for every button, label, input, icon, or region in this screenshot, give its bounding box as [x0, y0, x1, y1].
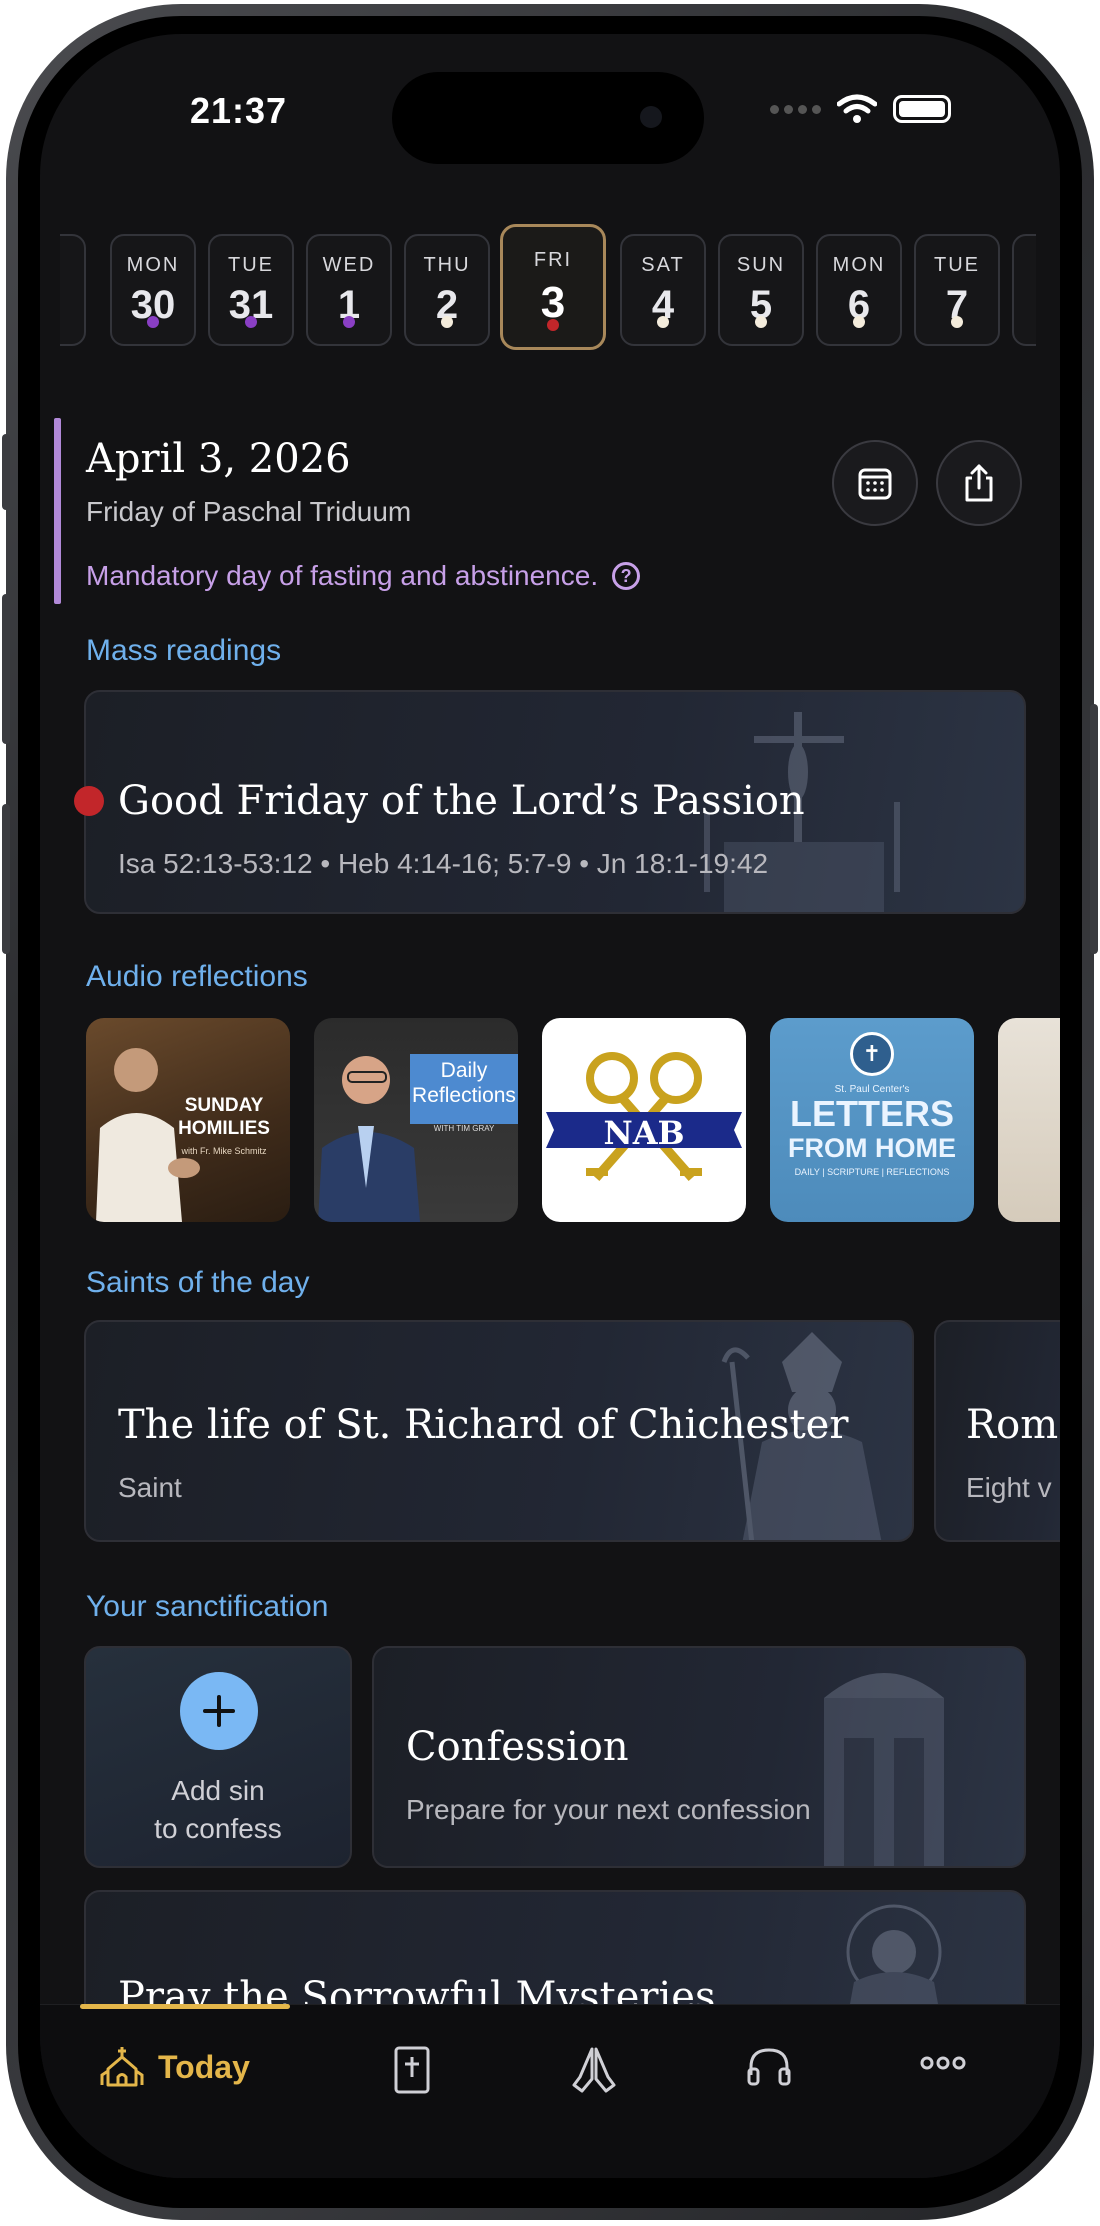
nav-prayer[interactable]: [570, 2045, 618, 2093]
plus-icon: [203, 1695, 235, 1727]
battery-icon: [893, 95, 951, 123]
saint-type: Eight v: [966, 1472, 1052, 1503]
church-icon: [100, 2047, 144, 2087]
cross-book-icon: ✝: [850, 1032, 894, 1076]
date-chip-selected[interactable]: FRI 3: [500, 224, 606, 350]
strip-edge: [40, 224, 60, 354]
status-icons: [770, 94, 951, 124]
audio-tile-sunday-homilies[interactable]: SUNDAY HOMILIES with Fr. Mike Schmitz: [86, 1018, 290, 1222]
cellular-signal-icon: [770, 104, 821, 114]
liturgical-color-dot: [74, 786, 104, 816]
audio-tile-letters-from-home[interactable]: ✝ St. Paul Center's LETTERS FROM HOME DA…: [770, 1018, 974, 1222]
mass-reading-card[interactable]: Good Friday of the Lord’s Passion Isa 52…: [74, 690, 1026, 914]
volume-down-button: [2, 804, 10, 954]
confessional-artwork: [824, 1673, 944, 1866]
date-chip[interactable]: SAT 4: [620, 234, 706, 346]
liturgical-color-dot: [147, 316, 159, 328]
saint-type: Saint: [118, 1472, 182, 1503]
date-chip-weekday: FRI: [533, 249, 573, 271]
date-chip-weekday: TUE: [934, 254, 980, 276]
share-icon: [965, 464, 993, 502]
nav-bible[interactable]: [392, 2045, 432, 2095]
volume-up-button: [2, 594, 10, 744]
dynamic-island: [392, 72, 704, 164]
date-chip[interactable]: MON 30: [110, 234, 196, 346]
saint-card[interactable]: The life of St. Richard of Chichester Sa…: [84, 1320, 914, 1542]
bottom-nav: Today: [40, 2004, 1060, 2178]
status-time: 21:37: [190, 90, 288, 131]
reading-references: Isa 52:13-53:12 • Heb 4:14-16; 5:7-9 • J…: [118, 848, 769, 879]
section-mass-readings: Mass readings: [86, 634, 282, 667]
audio-tile-nab[interactable]: NAB: [542, 1018, 746, 1222]
confession-subtitle: Prepare for your next confession: [406, 1794, 811, 1825]
liturgical-color-dot: [853, 316, 865, 328]
letters-title: St. Paul Center's LETTERS FROM HOME DAIL…: [788, 1084, 956, 1177]
saint-card-next[interactable]: Rom Eight v: [934, 1320, 1060, 1542]
nab-label: NAB: [603, 1114, 685, 1152]
date-chip[interactable]: TUE 7: [914, 234, 1000, 346]
section-sanctification: Your sanctification: [86, 1590, 329, 1623]
strip-edge: [1036, 224, 1060, 354]
audio-tile-daily-reflections[interactable]: Daily Reflections WITH TIM GRAY: [314, 1018, 518, 1222]
bible-icon: [394, 2046, 430, 2094]
date-chip[interactable]: MON 6: [816, 234, 902, 346]
liturgical-color-dot: [951, 316, 963, 328]
liturgical-color-dot: [547, 319, 559, 331]
liturgical-color-dot: [657, 316, 669, 328]
liturgical-color-bar: [54, 418, 61, 604]
fasting-note-text: Mandatory day of fasting and abstinence.: [86, 560, 599, 591]
date-chip[interactable]: TUE 31: [208, 234, 294, 346]
confession-card[interactable]: Confession Prepare for your next confess…: [372, 1646, 1026, 1868]
power-button: [1090, 704, 1098, 954]
audio-tile-partial[interactable]: [998, 1018, 1060, 1222]
wifi-icon: [837, 94, 877, 123]
date-chip-weekday: SUN: [736, 254, 786, 276]
date-chip-weekday: MON: [126, 254, 180, 276]
section-audio-reflections: Audio reflections: [86, 960, 308, 993]
liturgical-color-dot: [441, 316, 453, 328]
reading-title: Good Friday of the Lord’s Passion: [118, 778, 805, 824]
confession-title: Confession: [406, 1724, 629, 1770]
add-sin-label: Add sin to confess: [154, 1775, 282, 1844]
fasting-note[interactable]: Mandatory day of fasting and abstinence.…: [86, 560, 641, 592]
help-icon[interactable]: ?: [612, 562, 641, 590]
nav-active-indicator: [80, 2004, 290, 2009]
date-chip-weekday: MON: [832, 254, 886, 276]
saint-title: The life of St. Richard of Chichester: [118, 1402, 849, 1448]
nav-more[interactable]: [920, 2055, 966, 2071]
sunday-homilies-title: SUNDAY HOMILIES with Fr. Mike Schmitz: [178, 1095, 270, 1156]
liturgical-color-dot: [245, 316, 257, 328]
phone-frame: 21:37 UN9MON30TUE31WED1THU2FRI3SAT4SUN5M…: [2, 4, 1098, 2220]
daily-reflections-title: Daily Reflections WITH TIM GRAY: [412, 1059, 516, 1133]
section-saints: Saints of the day: [86, 1266, 310, 1299]
date-chip-weekday: SAT: [641, 254, 685, 276]
praying-hands-icon: [572, 2047, 616, 2093]
screen: 21:37 UN9MON30TUE31WED1THU2FRI3SAT4SUN5M…: [40, 34, 1060, 2178]
calendar-button[interactable]: [832, 440, 918, 526]
page-title: April 3, 2026: [86, 436, 351, 482]
liturgical-color-dot: [343, 316, 355, 328]
date-chip[interactable]: WED 1: [306, 234, 392, 346]
date-chip-weekday: WED: [322, 254, 376, 276]
date-chip-weekday: THU: [423, 254, 471, 276]
add-sin-button[interactable]: [180, 1672, 258, 1750]
date-chip[interactable]: SUN 5: [718, 234, 804, 346]
nav-today-label: Today: [158, 2048, 250, 2085]
nav-today[interactable]: Today: [100, 2045, 250, 2089]
action-button: [2, 434, 10, 510]
date-strip[interactable]: UN9MON30TUE31WED1THU2FRI3SAT4SUN5MON6TUE…: [40, 224, 1060, 354]
saint-title: Rom: [966, 1402, 1059, 1448]
date-chip-weekday: TUE: [228, 254, 274, 276]
date-chip[interactable]: THU 2: [404, 234, 490, 346]
share-button[interactable]: [936, 440, 1022, 526]
liturgical-color-dot: [755, 316, 767, 328]
add-sin-card[interactable]: Add sin to confess: [84, 1646, 352, 1868]
more-icon: [920, 2056, 966, 2070]
liturgical-day: Friday of Paschal Triduum: [86, 496, 412, 527]
nav-audio[interactable]: [746, 2045, 792, 2087]
headphones-icon: [747, 2048, 791, 2086]
calendar-icon: [858, 468, 892, 500]
